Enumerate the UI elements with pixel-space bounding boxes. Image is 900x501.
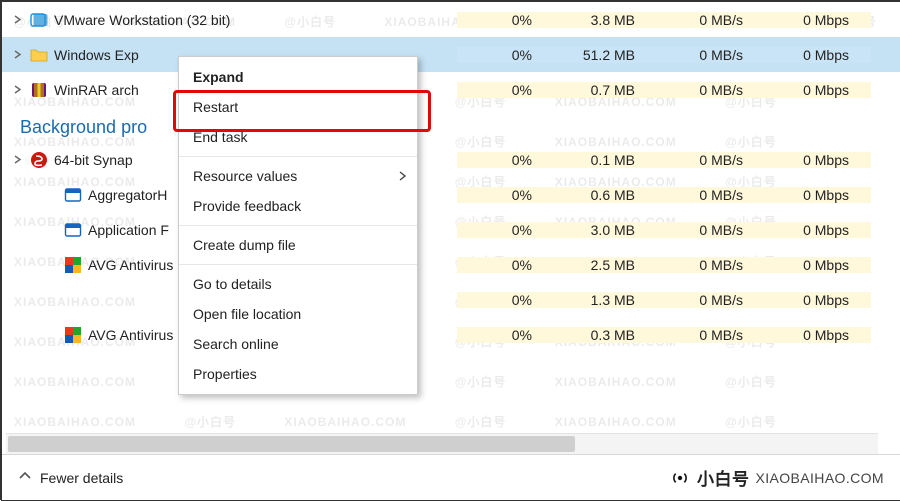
process-row[interactable]: Application F 0%3.0 MB0 MB/s0 Mbps [2, 212, 900, 247]
context-menu: ExpandRestartEnd task Resource valuesProv… [178, 56, 418, 395]
context-menu-item-search-online[interactable]: Search online [179, 329, 417, 359]
col-mem: 3.8 MB [542, 12, 645, 28]
avg-icon [64, 326, 82, 344]
avg-icon [64, 256, 82, 274]
process-name-label: Application F [88, 222, 169, 238]
process-row[interactable]: WinRAR arch 0%0.7 MB0 MB/s0 Mbps [2, 72, 900, 107]
blue-box-icon [64, 186, 82, 204]
folder-icon [30, 46, 48, 64]
col-net: 0 Mbps [753, 187, 871, 203]
process-name-label: AVG Antivirus [88, 327, 173, 343]
col-net: 0 Mbps [753, 327, 871, 343]
col-net: 0 Mbps [753, 12, 871, 28]
process-name-label: 64-bit Synap [54, 152, 133, 168]
expand-toggle[interactable] [10, 49, 24, 60]
watermark-brand: 小白号 XIAOBAIHAO.COM [669, 465, 884, 490]
context-menu-item-create-dump-file[interactable]: Create dump file [179, 230, 417, 260]
process-name-label: WinRAR arch [54, 82, 139, 98]
col-net: 0 Mbps [753, 292, 871, 308]
col-disk: 0 MB/s [645, 82, 753, 98]
col-cpu: 0% [457, 12, 542, 28]
col-net: 0 Mbps [753, 257, 871, 273]
col-cpu: 0% [457, 257, 542, 273]
col-disk: 0 MB/s [645, 222, 753, 238]
col-disk: 0 MB/s [645, 12, 753, 28]
process-row[interactable]: VMware Workstation (32 bit) 0%3.8 MB0 MB/… [2, 2, 900, 37]
col-disk: 0 MB/s [645, 292, 753, 308]
process-name-cell: VMware Workstation (32 bit) [2, 11, 457, 29]
col-mem: 0.6 MB [542, 187, 645, 203]
col-cpu: 0% [457, 47, 542, 63]
context-menu-item-end-task[interactable]: End task [179, 122, 417, 152]
process-row[interactable]: AVG Antivirus 0%0.3 MB0 MB/s0 Mbps [2, 317, 900, 352]
col-cpu: 0% [457, 222, 542, 238]
col-cpu: 0% [457, 292, 542, 308]
col-cpu: 0% [457, 82, 542, 98]
chevron-right-icon [397, 168, 407, 184]
vmware-icon [30, 11, 48, 29]
context-menu-separator [179, 264, 417, 265]
col-cpu: 0% [457, 187, 542, 203]
scrollbar-thumb[interactable] [8, 436, 575, 452]
col-disk: 0 MB/s [645, 187, 753, 203]
col-net: 0 Mbps [753, 47, 871, 63]
col-mem: 1.3 MB [542, 292, 645, 308]
col-disk: 0 MB/s [645, 327, 753, 343]
expand-toggle[interactable] [10, 14, 24, 25]
expand-toggle[interactable] [10, 84, 24, 95]
col-disk: 0 MB/s [645, 47, 753, 63]
context-menu-separator [179, 156, 417, 157]
col-disk: 0 MB/s [645, 152, 753, 168]
red-s-icon [30, 151, 48, 169]
process-row[interactable]: AggregatorH 0%0.6 MB0 MB/s0 Mbps [2, 177, 900, 212]
col-net: 0 Mbps [753, 222, 871, 238]
process-row[interactable]: Windows Exp 0%51.2 MB0 MB/s0 Mbps [2, 37, 900, 72]
context-menu-item-open-file-location[interactable]: Open file location [179, 299, 417, 329]
col-net: 0 Mbps [753, 152, 871, 168]
col-disk: 0 MB/s [645, 257, 753, 273]
horizontal-scrollbar[interactable] [6, 433, 878, 454]
process-row[interactable]: AVG Antivirus 0%2.5 MB0 MB/s0 Mbps [2, 247, 900, 282]
col-mem: 0.1 MB [542, 152, 645, 168]
watermark-site-text: XIAOBAIHAO.COM [755, 470, 884, 486]
fewer-details-button[interactable]: Fewer details [18, 469, 123, 486]
col-cpu: 0% [457, 327, 542, 343]
col-mem: 3.0 MB [542, 222, 645, 238]
context-menu-item-expand[interactable]: Expand [179, 62, 417, 92]
process-name-label: Windows Exp [54, 47, 139, 63]
blue-box-icon [64, 221, 82, 239]
context-menu-item-properties[interactable]: Properties [179, 359, 417, 389]
col-mem: 0.3 MB [542, 327, 645, 343]
footer-bar: Fewer details 小白号 XIAOBAIHAO.COM [2, 454, 900, 500]
process-name-label: AggregatorH [88, 187, 167, 203]
col-mem: 2.5 MB [542, 257, 645, 273]
watermark-brand-text: 小白号 [697, 465, 750, 490]
section-background-processes: Background pro [2, 107, 900, 142]
expand-toggle[interactable] [10, 154, 24, 165]
col-mem: 0.7 MB [542, 82, 645, 98]
context-menu-item-provide-feedback[interactable]: Provide feedback [179, 191, 417, 221]
process-list: VMware Workstation (32 bit)0%3.8 MB0 MB/… [2, 2, 900, 454]
winrar-icon [30, 81, 48, 99]
context-menu-item-go-to-details[interactable]: Go to details [179, 269, 417, 299]
context-menu-item-resource-values[interactable]: Resource values [179, 161, 417, 191]
chevron-up-icon [18, 469, 32, 486]
col-mem: 51.2 MB [542, 47, 645, 63]
process-name-label: AVG Antivirus [88, 257, 173, 273]
col-net: 0 Mbps [753, 82, 871, 98]
process-row[interactable]: 64-bit Synap 0%0.1 MB0 MB/s0 Mbps [2, 142, 900, 177]
fewer-details-label: Fewer details [40, 470, 123, 486]
col-cpu: 0% [457, 152, 542, 168]
process-name-label: VMware Workstation (32 bit) [54, 12, 230, 28]
none-icon [64, 291, 82, 309]
context-menu-item-restart[interactable]: Restart [179, 92, 417, 122]
process-row[interactable]: 0%1.3 MB0 MB/s0 Mbps [2, 282, 900, 317]
context-menu-separator [179, 225, 417, 226]
broadcast-icon [669, 467, 691, 489]
